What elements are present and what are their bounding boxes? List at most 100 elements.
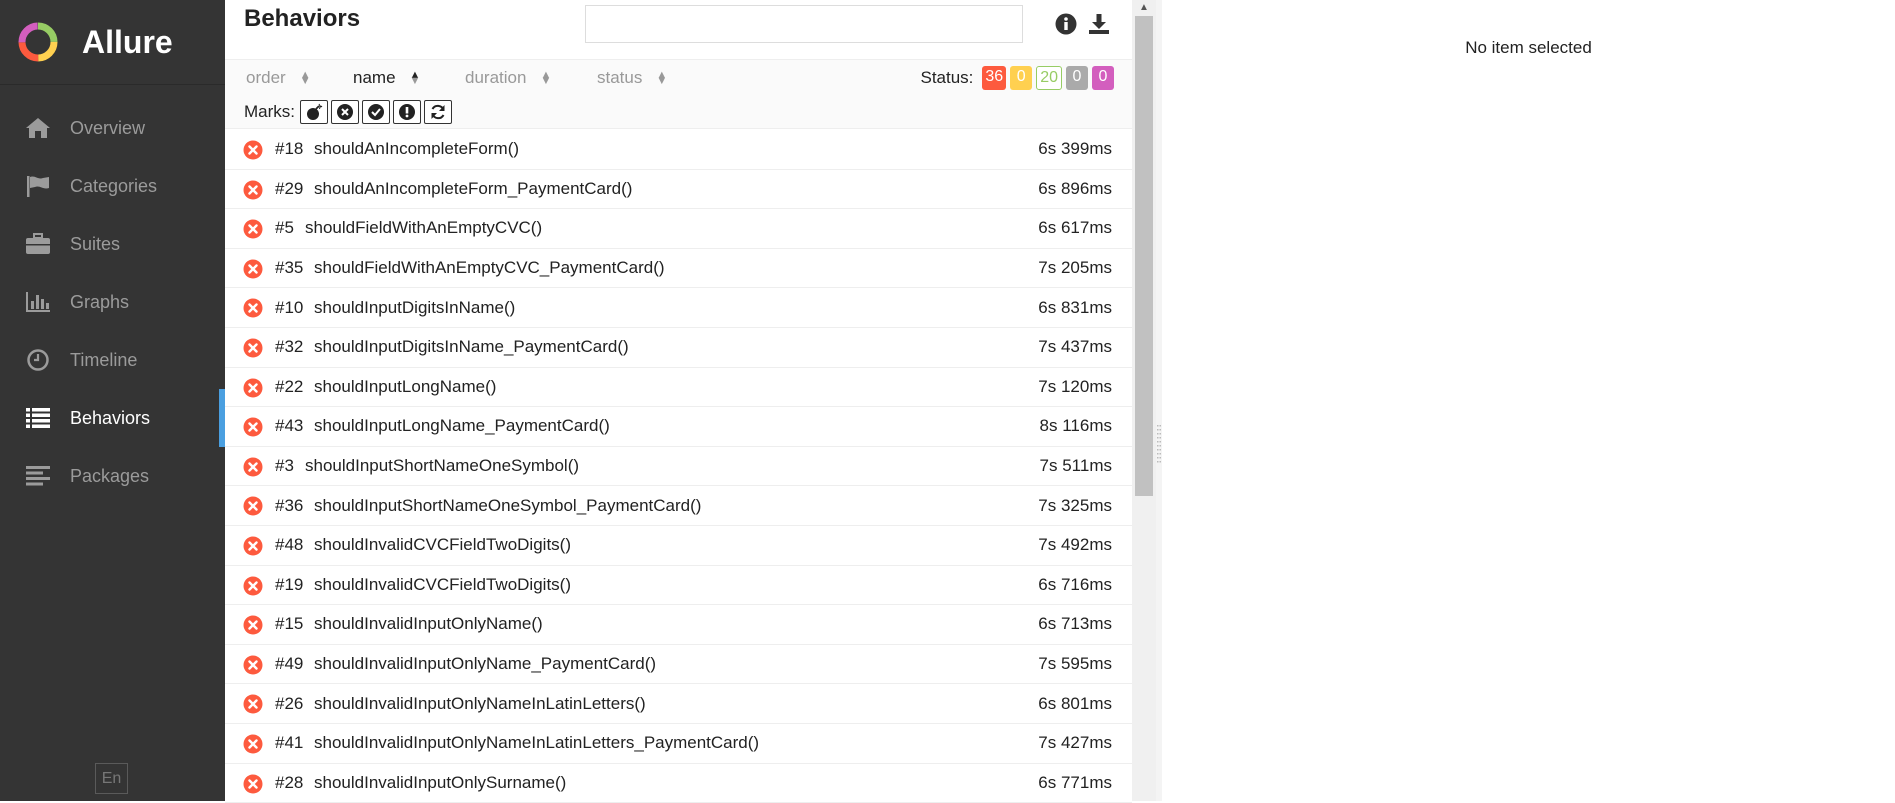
app-name: Allure bbox=[82, 24, 173, 61]
test-name: shouldAnIncompleteForm() bbox=[314, 139, 519, 159]
brand[interactable]: Allure bbox=[0, 0, 225, 85]
test-order: #19 bbox=[275, 575, 303, 595]
failed-status-icon bbox=[243, 694, 263, 714]
failed-status-icon bbox=[243, 774, 263, 794]
retries-mark-button[interactable] bbox=[424, 100, 452, 124]
sidebar-item-label: Behaviors bbox=[70, 408, 150, 429]
sidebar-item-timeline[interactable]: Timeline bbox=[0, 331, 225, 389]
sort-asc-icon: ▲▼ bbox=[410, 72, 421, 84]
failed-status-icon bbox=[243, 338, 263, 358]
flaky-mark-button[interactable] bbox=[300, 100, 328, 124]
test-duration: 6s 831ms bbox=[1038, 298, 1112, 318]
failed-status-icon bbox=[243, 140, 263, 160]
test-name: shouldInvalidInputOnlyName() bbox=[314, 614, 543, 634]
status-skipped-badge[interactable]: 0 bbox=[1066, 66, 1088, 90]
test-row[interactable]: #36shouldInputShortNameOneSymbol_Payment… bbox=[225, 486, 1132, 526]
sort-arrows-icon: ▲▼ bbox=[656, 72, 667, 84]
sort-status[interactable]: status ▲▼ bbox=[597, 68, 667, 88]
test-row[interactable]: #43shouldInputLongName_PaymentCard()8s 1… bbox=[225, 407, 1132, 447]
test-row[interactable]: #5shouldFieldWithAnEmptyCVC()6s 617ms bbox=[225, 209, 1132, 249]
bomb-icon bbox=[305, 103, 323, 121]
allure-logo-icon bbox=[16, 20, 60, 64]
test-row[interactable]: #19shouldInvalidCVCFieldTwoDigits()6s 71… bbox=[225, 566, 1132, 606]
download-icon[interactable] bbox=[1087, 12, 1111, 36]
bar-chart-icon bbox=[24, 288, 52, 316]
test-row[interactable]: #22shouldInputLongName()7s 120ms bbox=[225, 368, 1132, 408]
sidebar-item-behaviors[interactable]: Behaviors bbox=[0, 389, 225, 447]
test-row[interactable]: #26shouldInvalidInputOnlyNameInLatinLett… bbox=[225, 684, 1132, 724]
new-broken-mark-button[interactable] bbox=[393, 100, 421, 124]
test-row[interactable]: #18shouldAnIncompleteForm()6s 399ms bbox=[225, 130, 1132, 170]
new-passed-mark-button[interactable] bbox=[362, 100, 390, 124]
test-duration: 8s 116ms bbox=[1040, 416, 1112, 436]
test-row[interactable]: #29shouldAnIncompleteForm_PaymentCard()6… bbox=[225, 170, 1132, 210]
sidebar-item-label: Timeline bbox=[70, 350, 137, 371]
test-duration: 7s 205ms bbox=[1038, 258, 1112, 278]
sort-order[interactable]: order ▲▼ bbox=[246, 68, 311, 88]
status-broken-badge[interactable]: 0 bbox=[1010, 66, 1032, 90]
test-duration: 7s 437ms bbox=[1038, 337, 1112, 357]
test-duration: 6s 801ms bbox=[1038, 694, 1112, 714]
language-switch[interactable]: En bbox=[95, 763, 128, 794]
sidebar-item-label: Suites bbox=[70, 234, 120, 255]
scroll-up-icon[interactable]: ▲ bbox=[1132, 0, 1156, 14]
test-row[interactable]: #49shouldInvalidInputOnlyName_PaymentCar… bbox=[225, 645, 1132, 685]
test-duration: 7s 492ms bbox=[1038, 535, 1112, 555]
test-row[interactable]: #48 shouldInvalidCVCFieldTwoDigits() 7s 49… bbox=[225, 526, 1132, 566]
test-order: #32 bbox=[275, 337, 303, 357]
test-row[interactable]: #10shouldInputDigitsInName()6s 831ms bbox=[225, 288, 1132, 328]
status-filter: Status: 36 0 20 0 0 bbox=[920, 66, 1114, 90]
search-input[interactable] bbox=[585, 5, 1023, 43]
sidebar-item-overview[interactable]: Overview bbox=[0, 99, 225, 157]
test-name: shouldInvalidInputOnlyName_PaymentCard() bbox=[314, 654, 656, 674]
test-row[interactable]: #35shouldFieldWithAnEmptyCVC_PaymentCard… bbox=[225, 249, 1132, 289]
exclamation-circle-icon bbox=[398, 103, 416, 121]
sidebar-item-graphs[interactable]: Graphs bbox=[0, 273, 225, 331]
status-passed-badge[interactable]: 20 bbox=[1036, 66, 1062, 90]
sort-duration[interactable]: duration ▲▼ bbox=[465, 68, 551, 88]
splitter-grip-icon[interactable] bbox=[1157, 425, 1161, 465]
failed-status-icon bbox=[243, 457, 263, 477]
sidebar-item-categories[interactable]: Categories bbox=[0, 157, 225, 215]
test-order: #15 bbox=[275, 614, 303, 634]
failed-status-icon bbox=[243, 259, 263, 279]
test-row[interactable]: #15shouldInvalidInputOnlyName()6s 713ms bbox=[225, 605, 1132, 645]
empty-state-text: No item selected bbox=[1162, 38, 1895, 58]
info-icon[interactable] bbox=[1054, 12, 1078, 36]
list-scrollbar[interactable]: ▲ bbox=[1132, 0, 1156, 801]
test-order: #26 bbox=[275, 694, 303, 714]
test-duration: 7s 595ms bbox=[1038, 654, 1112, 674]
test-order: #48 bbox=[275, 535, 303, 555]
status-label: Status: bbox=[920, 68, 973, 88]
status-unknown-badge[interactable]: 0 bbox=[1092, 66, 1114, 90]
test-duration: 7s 120ms bbox=[1038, 377, 1112, 397]
sidebar-item-packages[interactable]: Packages bbox=[0, 447, 225, 505]
scroll-thumb[interactable] bbox=[1135, 16, 1153, 496]
test-row[interactable]: #32shouldInputDigitsInName_PaymentCard()… bbox=[225, 328, 1132, 368]
test-name: shouldInvalidInputOnlyNameInLatinLetters… bbox=[314, 733, 759, 753]
failed-status-icon bbox=[243, 417, 263, 437]
failed-status-icon bbox=[243, 576, 263, 596]
test-row[interactable]: #3shouldInputShortNameOneSymbol()7s 511m… bbox=[225, 447, 1132, 487]
new-failed-mark-button[interactable] bbox=[331, 100, 359, 124]
sort-name[interactable]: name ▲▼ bbox=[353, 68, 420, 88]
test-row[interactable]: #41shouldInvalidInputOnlyNameInLatinLett… bbox=[225, 724, 1132, 764]
test-order: #35 bbox=[275, 258, 303, 278]
sort-bar: order ▲▼ name ▲▼ duration ▲▼ status ▲▼ S… bbox=[225, 60, 1132, 96]
page-title: Behaviors bbox=[244, 5, 360, 33]
test-order: #43 bbox=[275, 416, 303, 436]
status-failed-badge[interactable]: 36 bbox=[982, 66, 1006, 90]
test-row[interactable]: #28shouldInvalidInputOnlySurname()6s 771… bbox=[225, 764, 1132, 803]
sidebar-item-suites[interactable]: Suites bbox=[0, 215, 225, 273]
test-name: shouldInvalidInputOnlySurname() bbox=[314, 773, 566, 793]
test-duration: 6s 771ms bbox=[1038, 773, 1112, 793]
test-order: #5 bbox=[275, 218, 294, 238]
test-name: shouldFieldWithAnEmptyCVC() bbox=[305, 218, 542, 238]
sort-duration-label: duration bbox=[465, 68, 526, 88]
test-duration: 7s 427ms bbox=[1038, 733, 1112, 753]
home-icon bbox=[24, 114, 52, 142]
sort-name-label: name bbox=[353, 68, 396, 88]
test-name: shouldInvalidCVCFieldTwoDigits() bbox=[314, 535, 571, 555]
pane-header: Behaviors bbox=[225, 0, 1132, 60]
test-order: #18 bbox=[275, 139, 303, 159]
